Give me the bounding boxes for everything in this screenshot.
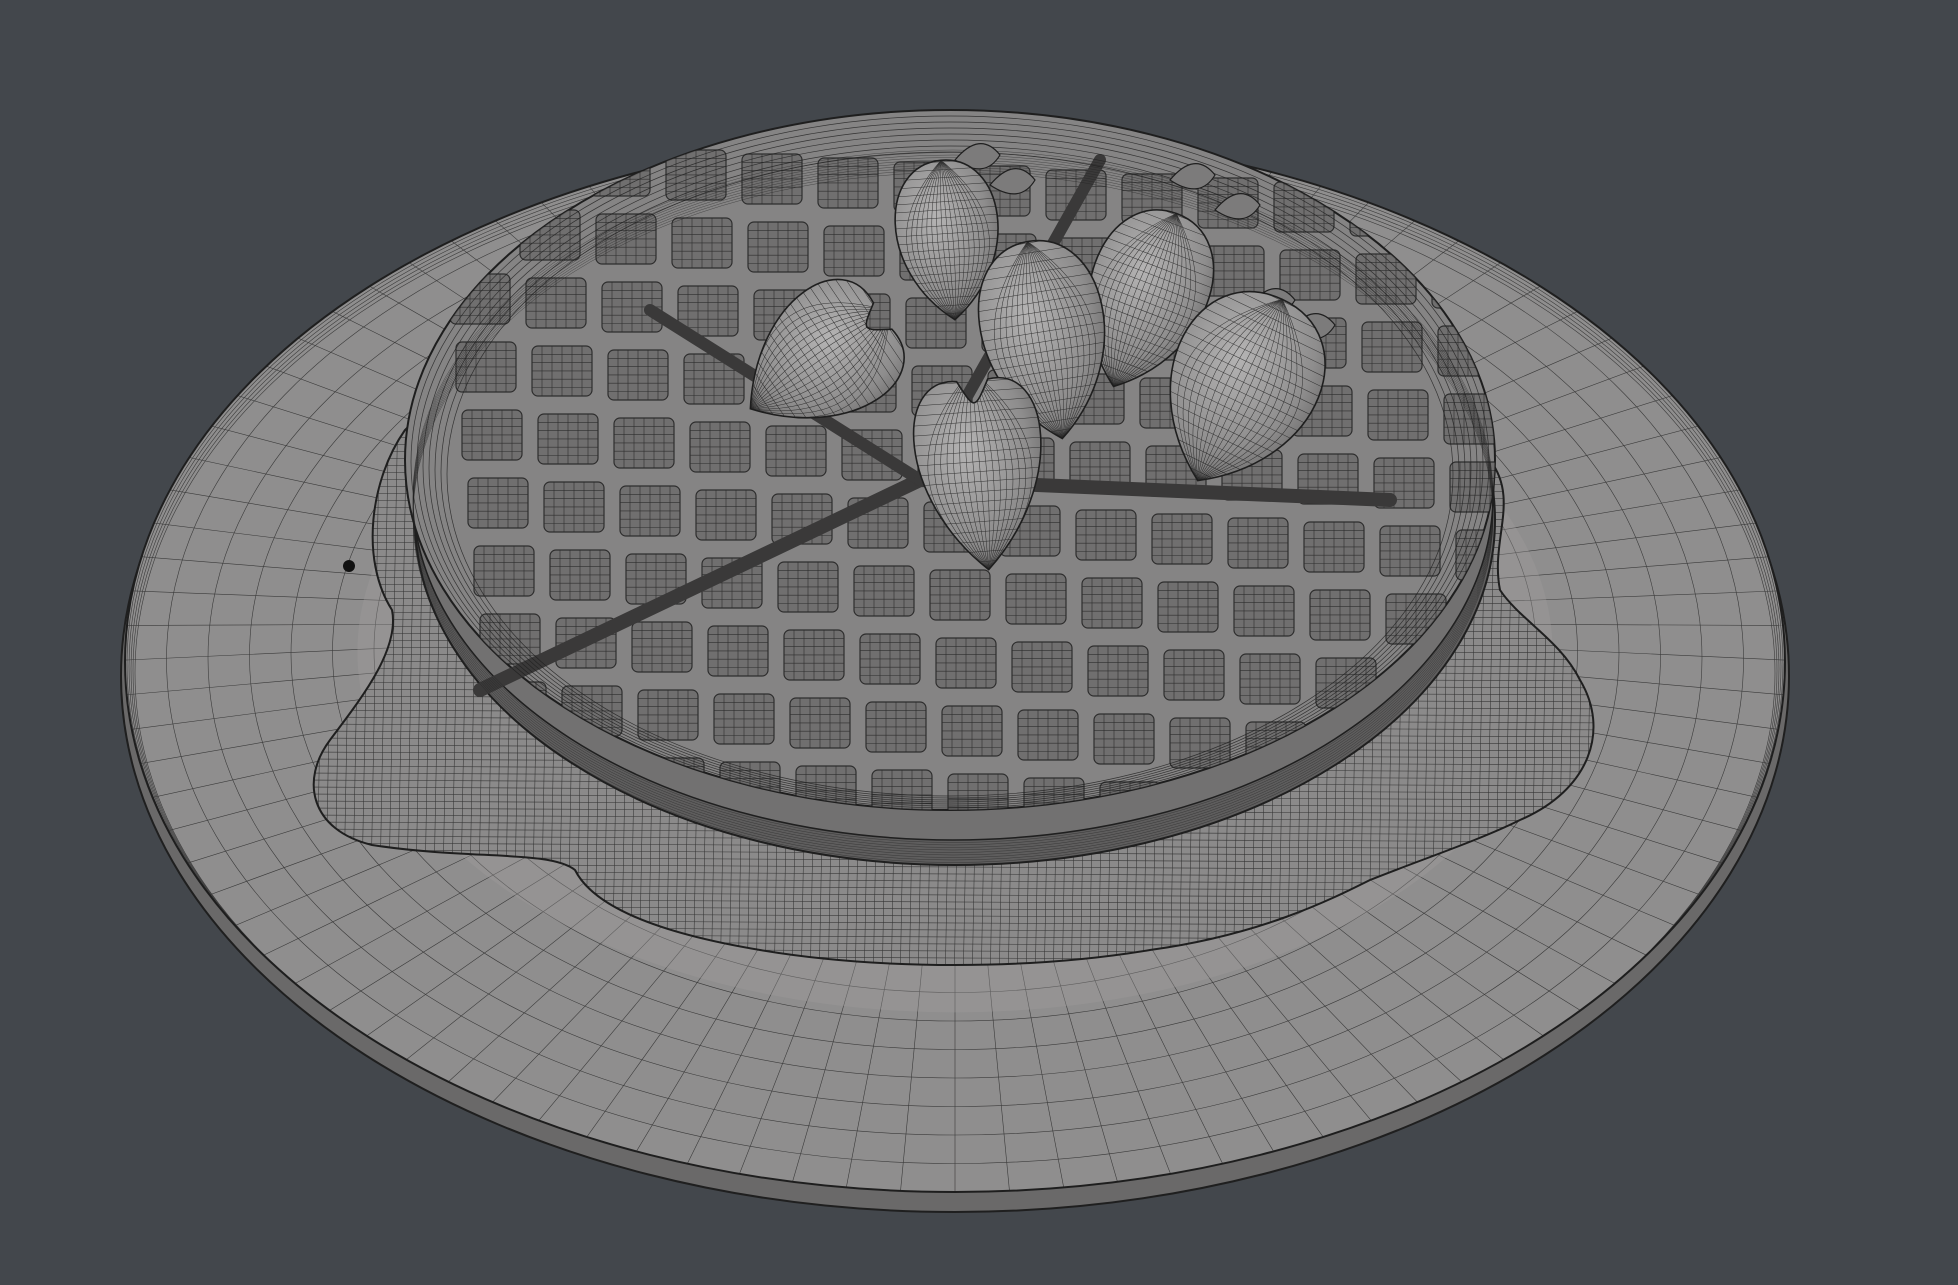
waffle-pocket: [865, 701, 927, 753]
waffle-pocket: [695, 489, 757, 541]
vertex-dot: [343, 560, 355, 572]
wireframe-scene: [0, 0, 1958, 1285]
waffle-pocket: [1151, 513, 1213, 565]
waffle-pocket: [537, 413, 599, 465]
waffle-pocket: [467, 477, 529, 529]
waffle-pocket: [777, 561, 839, 613]
waffle-pocket: [525, 277, 587, 329]
waffle-pocket: [1239, 653, 1301, 705]
waffle-pocket: [817, 157, 879, 209]
waffle-pocket: [1093, 713, 1155, 765]
waffle-pocket: [595, 213, 657, 265]
waffle-pocket: [613, 417, 675, 469]
waffle-pocket: [689, 421, 751, 473]
waffle-pocket: [1087, 645, 1149, 697]
waffle-pocket: [1279, 249, 1341, 301]
waffle-pocket: [1011, 641, 1073, 693]
waffle-pocket: [941, 705, 1003, 757]
waffle-pocket: [1081, 577, 1143, 629]
waffle-pocket: [631, 621, 693, 673]
waffle-pocket: [1075, 509, 1137, 561]
waffle-pocket: [741, 153, 803, 205]
waffle-pocket: [637, 689, 699, 741]
waffle-pocket: [1005, 573, 1067, 625]
waffle-pocket: [823, 225, 885, 277]
waffle-pocket: [607, 349, 669, 401]
waffle-pocket: [853, 565, 915, 617]
waffle-pocket: [1017, 709, 1079, 761]
waffle-pocket: [1367, 389, 1429, 441]
waffle-pocket: [789, 697, 851, 749]
waffle-pocket: [531, 345, 593, 397]
waffle-pocket: [1227, 517, 1289, 569]
3d-viewport[interactable]: [0, 0, 1958, 1285]
waffle-pocket: [1233, 585, 1295, 637]
waffle-pocket: [747, 221, 809, 273]
waffle-pocket: [543, 481, 605, 533]
waffle-pocket: [1303, 521, 1365, 573]
waffle-pocket: [1163, 649, 1225, 701]
waffle-pocket: [859, 633, 921, 685]
waffle-pocket: [707, 625, 769, 677]
waffle-pocket: [619, 485, 681, 537]
waffle-pocket: [929, 569, 991, 621]
waffle-pocket: [713, 693, 775, 745]
waffle-pocket: [461, 409, 523, 461]
waffle-pocket: [671, 217, 733, 269]
waffle-pocket: [473, 545, 535, 597]
waffle-pocket: [783, 629, 845, 681]
waffle-pocket: [549, 549, 611, 601]
waffle-pocket: [765, 425, 827, 477]
waffle-pocket: [1309, 589, 1371, 641]
waffle-pocket: [935, 637, 997, 689]
waffle-pocket: [1157, 581, 1219, 633]
